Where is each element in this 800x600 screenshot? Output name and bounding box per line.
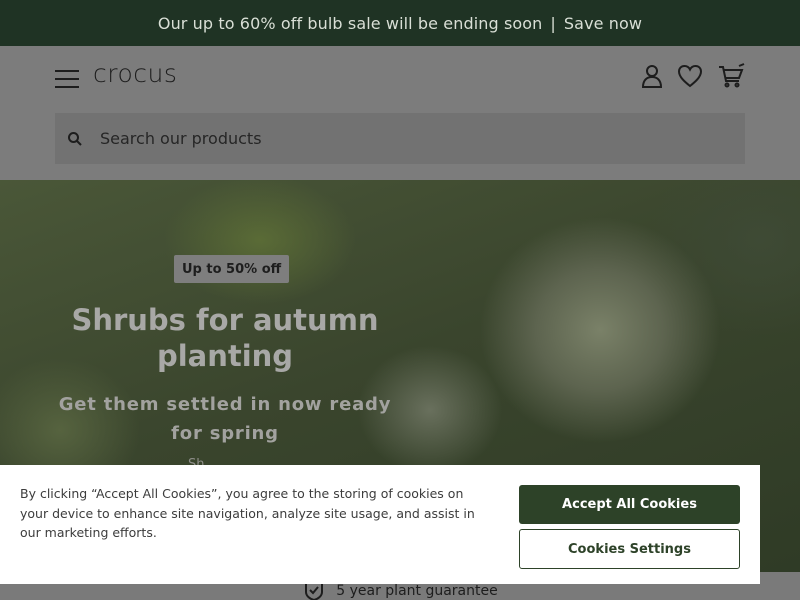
promo-save-link[interactable]: Save now xyxy=(564,14,642,33)
promo-message: Our up to 60% off bulb sale will be endi… xyxy=(157,13,543,33)
accept-cookies-button[interactable]: Accept All Cookies xyxy=(519,485,740,524)
site-logo[interactable]: crocus xyxy=(93,59,177,88)
discount-badge: Up to 50% off xyxy=(174,255,290,283)
search-input[interactable] xyxy=(100,129,700,148)
cookie-message: By clicking “Accept All Cookies”, you ag… xyxy=(20,486,475,540)
guarantee-text: 5 year plant guarantee xyxy=(336,583,498,599)
heart-icon[interactable] xyxy=(676,62,704,90)
site-header: crocus xyxy=(0,46,800,180)
search-icon xyxy=(68,131,82,146)
cookie-consent-banner: By clicking “Accept All Cookies”, you ag… xyxy=(0,465,760,584)
promo-banner[interactable]: Our up to 60% off bulb sale will be endi… xyxy=(0,0,800,46)
promo-separator: | xyxy=(550,13,556,33)
cookie-settings-button[interactable]: Cookies Settings xyxy=(519,529,740,569)
menu-icon[interactable] xyxy=(55,68,79,88)
hero-subtitle: Get them settled in now ready for spring xyxy=(58,394,392,444)
basket-icon[interactable] xyxy=(717,62,745,90)
search-bar[interactable] xyxy=(55,113,745,164)
account-icon[interactable] xyxy=(638,62,666,90)
hero-title: Shrubs for autumn planting xyxy=(71,303,379,373)
